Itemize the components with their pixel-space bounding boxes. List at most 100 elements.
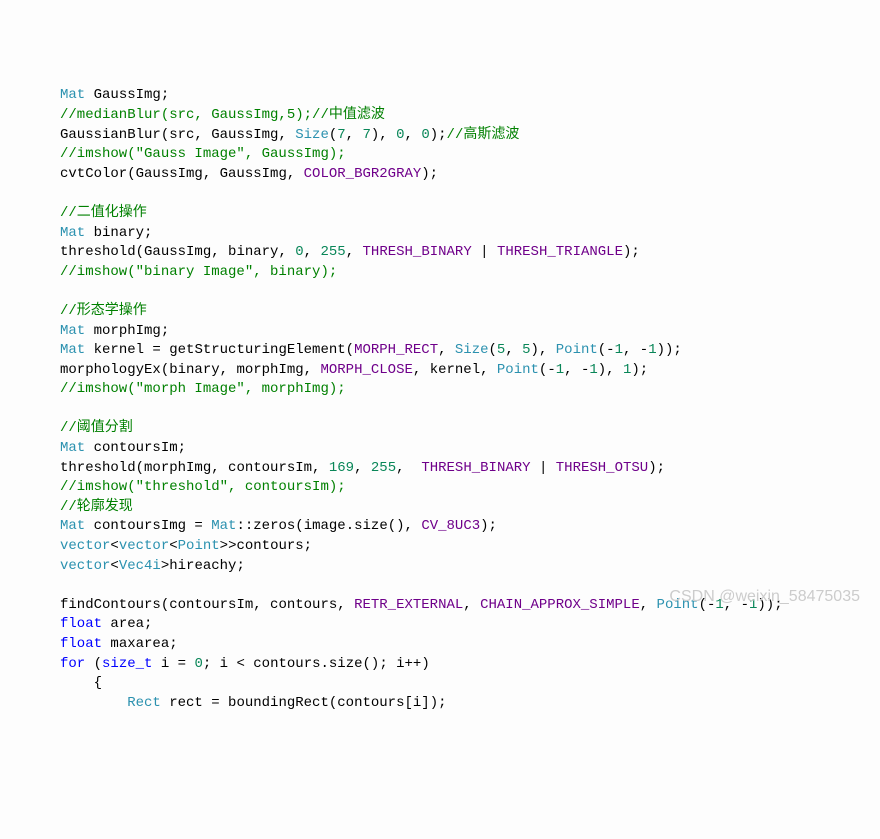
code-token: binary; [85, 225, 152, 241]
code-token: threshold [60, 244, 136, 260]
code-line: cvtColor(GaussImg, GaussImg, COLOR_BGR2G… [60, 165, 880, 185]
code-token: (GaussImg, binary, [136, 244, 296, 260]
code-line: GaussianBlur(src, GaussImg, Size(7, 7), … [60, 126, 880, 146]
code-token: CHAIN_APPROX_SIMPLE [480, 597, 640, 613]
code-token: //imshow("threshold", contoursIm); [60, 479, 346, 495]
code-token: for [60, 656, 85, 672]
code-token: //medianBlur(src, GaussImg,5);//中值滤波 [60, 107, 385, 123]
code-line: //imshow("binary Image", binary); [60, 263, 880, 283]
code-token: (image. [295, 518, 354, 534]
code-token: 0 [194, 656, 202, 672]
code-token: 7 [362, 127, 370, 143]
code-line [60, 576, 880, 596]
code-token: ); [480, 518, 497, 534]
code-token: i = [152, 656, 194, 672]
code-line: Mat GaussImg; [60, 86, 880, 106]
code-token: area; [102, 616, 152, 632]
code-token: (contoursIm, contours, [161, 597, 354, 613]
code-token: < [169, 538, 177, 554]
code-line: threshold(morphImg, contoursIm, 169, 255… [60, 459, 880, 479]
code-token: ; i < contours. [203, 656, 329, 672]
code-token: zeros [253, 518, 295, 534]
code-token: (src, GaussImg, [161, 127, 295, 143]
code-token: vector [119, 538, 169, 554]
code-token: , [346, 127, 363, 143]
code-token: (- [539, 362, 556, 378]
code-line: vector<vector<Point>>contours; [60, 537, 880, 557]
code-token: , [346, 244, 363, 260]
code-token: THRESH_BINARY [421, 460, 530, 476]
code-token: kernel = [85, 342, 169, 358]
code-token: >>contours; [220, 538, 312, 554]
code-line: Rect rect = boundingRect(contours[i]); [60, 694, 880, 714]
code-token: //轮廓发现 [60, 499, 133, 515]
code-token: 1 [556, 362, 564, 378]
code-line: float area; [60, 615, 880, 635]
code-token: (GaussImg, GaussImg, [127, 166, 303, 182]
code-token: Vec4i [119, 558, 161, 574]
code-token: , [640, 597, 657, 613]
code-token: 0 [295, 244, 303, 260]
code-token: Mat [60, 87, 85, 103]
code-token: , [405, 127, 422, 143]
code-line: for (size_t i = 0; i < contours.size(); … [60, 655, 880, 675]
code-line: { [60, 674, 880, 694]
code-token: //高斯滤波 [447, 127, 520, 143]
code-token: vector [60, 538, 110, 554]
code-token: GaussianBlur [60, 127, 161, 143]
code-token: (); i++) [363, 656, 430, 672]
code-token: , - [623, 342, 648, 358]
code-token: )); [657, 342, 682, 358]
code-token: 7 [337, 127, 345, 143]
code-token: RETR_EXTERNAL [354, 597, 463, 613]
code-line: Mat contoursIm; [60, 439, 880, 459]
code-token: , [304, 244, 321, 260]
code-line [60, 184, 880, 204]
code-token: (- [699, 597, 716, 613]
code-line: threshold(GaussImg, binary, 0, 255, THRE… [60, 243, 880, 263]
code-token: COLOR_BGR2GRAY [304, 166, 422, 182]
code-token: { [60, 675, 102, 691]
code-line: //阈值分割 [60, 419, 880, 439]
code-token: 0 [396, 127, 404, 143]
code-token: morphologyEx [60, 362, 161, 378]
code-token: size_t [102, 656, 152, 672]
code-token: 1 [589, 362, 597, 378]
code-line: Mat contoursImg = Mat::zeros(image.size(… [60, 517, 880, 537]
code-token: )); [757, 597, 782, 613]
code-token: //二值化操作 [60, 205, 147, 221]
code-token: rect = [161, 695, 228, 711]
code-token: GaussImg; [85, 87, 169, 103]
code-line: //二值化操作 [60, 204, 880, 224]
code-token: 255 [371, 460, 396, 476]
code-token: 1 [648, 342, 656, 358]
code-token: cvtColor [60, 166, 127, 182]
code-token: ); [421, 166, 438, 182]
code-line: Mat binary; [60, 224, 880, 244]
code-token: (contours[i]); [329, 695, 447, 711]
code-token: threshold [60, 460, 136, 476]
code-token: < [110, 558, 118, 574]
code-token: MORPH_RECT [354, 342, 438, 358]
code-token: THRESH_OTSU [556, 460, 648, 476]
code-token: < [110, 538, 118, 554]
code-token [60, 695, 127, 711]
code-token: //阈值分割 [60, 420, 133, 436]
code-token: //imshow("binary Image", binary); [60, 264, 337, 280]
code-token: vector [60, 558, 110, 574]
code-token: Point [657, 597, 699, 613]
code-token: (binary, morphImg, [161, 362, 321, 378]
code-token: Mat [60, 342, 85, 358]
code-token: ), [598, 362, 623, 378]
code-token: 5 [522, 342, 530, 358]
code-token: Mat [60, 323, 85, 339]
code-line: //形态学操作 [60, 302, 880, 322]
code-token: float [60, 616, 102, 632]
code-token: //形态学操作 [60, 303, 147, 319]
code-line: float maxarea; [60, 635, 880, 655]
code-token: Size [295, 127, 329, 143]
code-token: ); [631, 362, 648, 378]
code-token: //imshow("morph Image", morphImg); [60, 381, 346, 397]
code-token: Size [455, 342, 489, 358]
code-token: Mat [211, 518, 236, 534]
